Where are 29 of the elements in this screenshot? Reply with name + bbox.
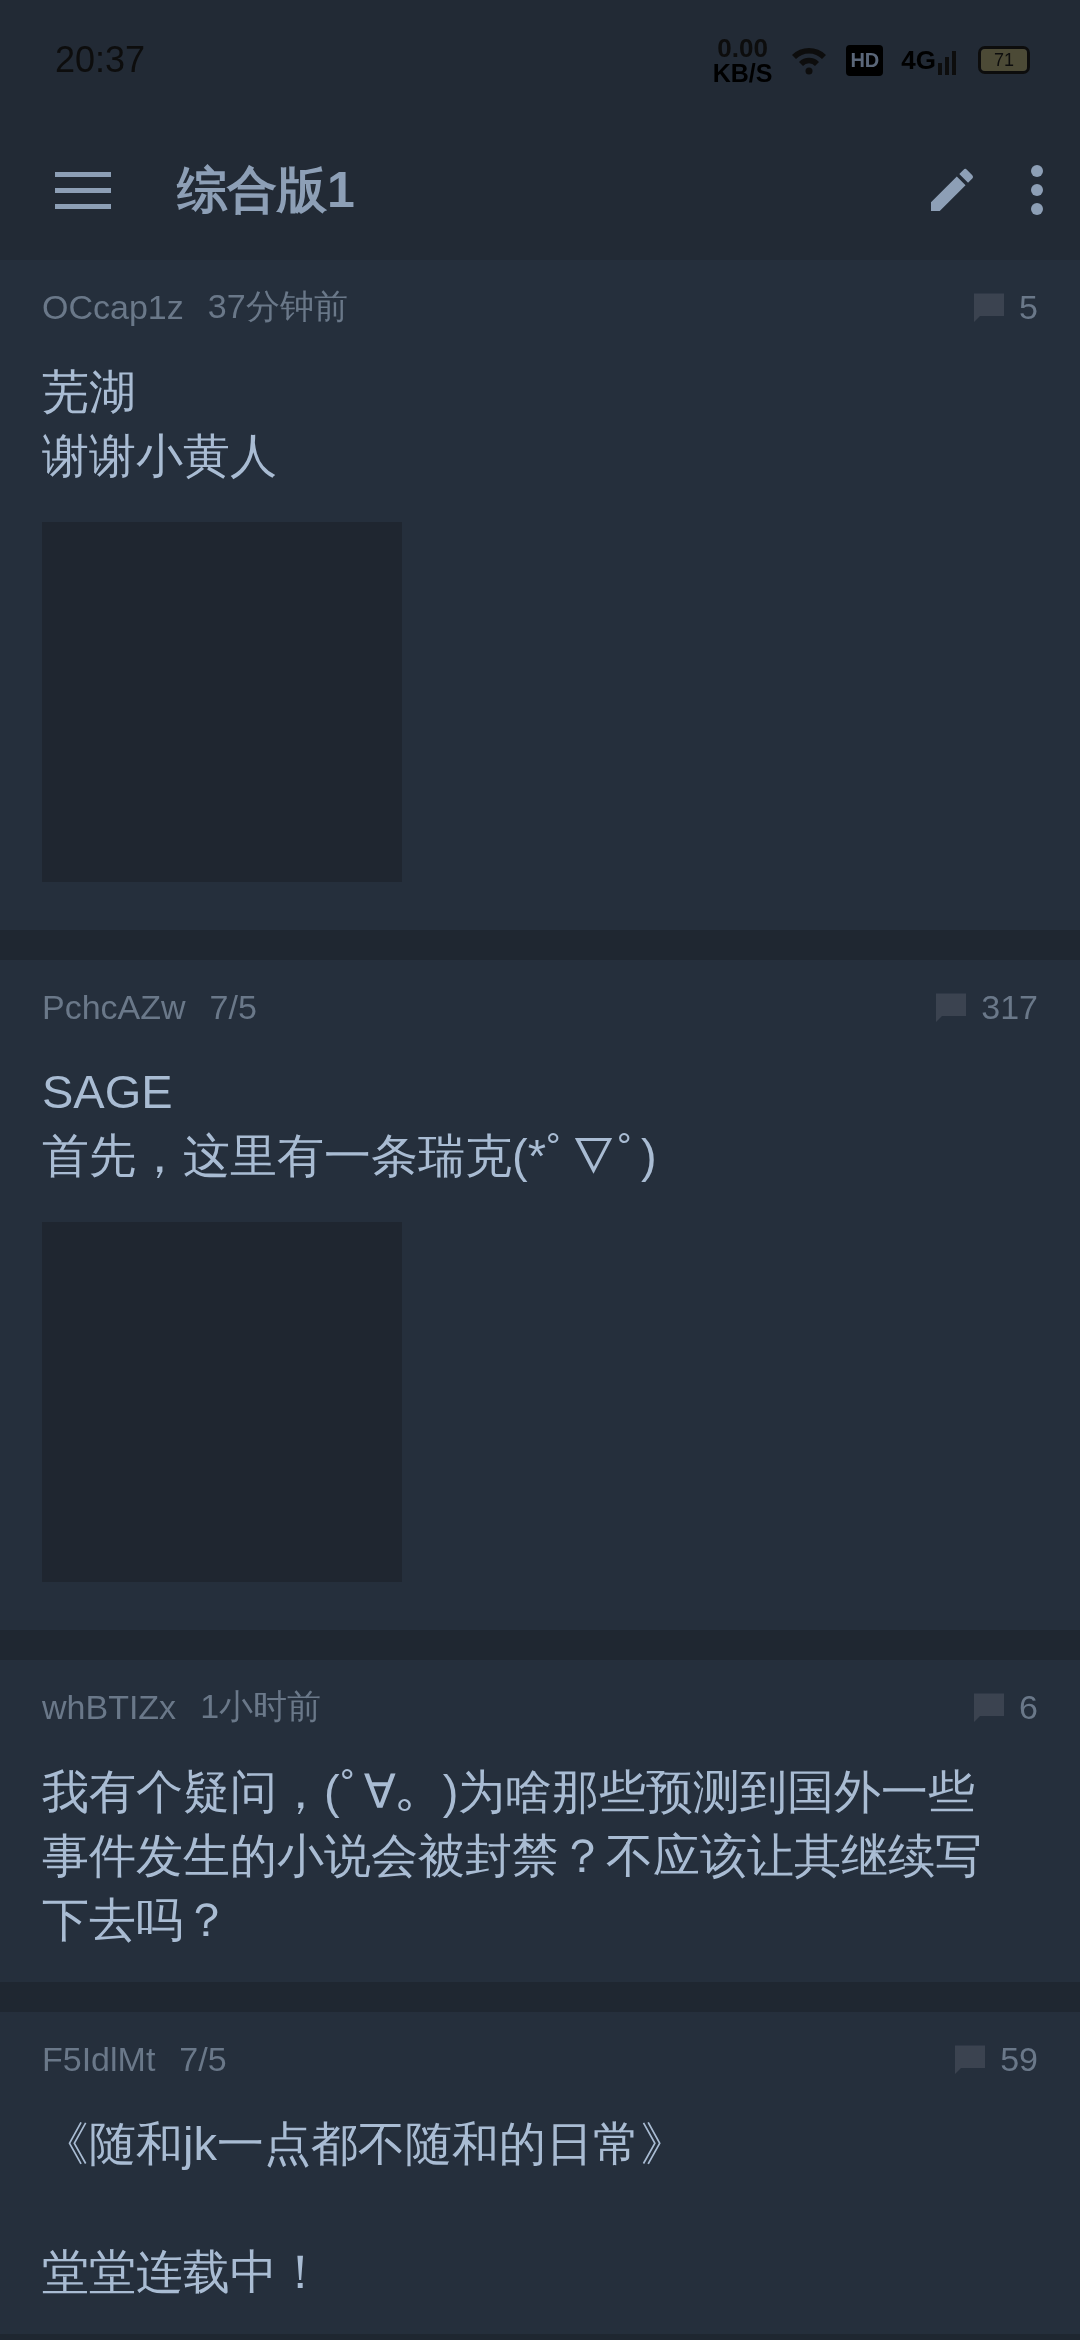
reply-count: 5 [1019, 287, 1038, 327]
hd-badge: HD [846, 44, 884, 76]
post-time: 7/5 [179, 2039, 228, 2079]
post-card[interactable]: whBTIZx 1小时前 6 我有个疑问，(ﾟ∀。)为啥那些预测到国外一些事件发生的小说会被封禁？不应该让其继续写下去吗？ [0, 1660, 1080, 1982]
post-text: 芜湖 [42, 364, 137, 420]
wifi-icon [790, 45, 829, 75]
post-text: 《随和jk一点都不随和的日常》 [42, 2116, 688, 2172]
post-author: whBTIZx [42, 1687, 177, 1727]
post-author: PchcAZw [42, 987, 186, 1027]
post-card[interactable]: F5IdlMt 7/5 59 《随和jk一点都不随和的日常》 堂堂连载中！ [0, 2012, 1080, 2334]
post-time: 7/5 [209, 987, 258, 1027]
menu-icon[interactable] [55, 170, 111, 210]
post-author: F5IdlMt [42, 2039, 156, 2079]
post-text: 我有个疑问，(ﾟ∀。)为啥那些预测到国外一些事件发生的小说会被封禁？不应该让其继续写下去吗？ [42, 1764, 983, 1948]
post-card[interactable]: OCcap1z 37分钟前 5 芜湖 谢谢小黄人 [0, 260, 1080, 930]
post-text: 堂堂连载中！ [42, 2244, 325, 2300]
reply-count: 59 [1000, 2039, 1038, 2079]
post-time: 37分钟前 [207, 286, 349, 327]
reply-count: 317 [981, 987, 1038, 1027]
reply-count: 6 [1019, 1687, 1038, 1727]
post-card[interactable]: PchcAZw 7/5 317 SAGE 首先，这里有一条瑞克(*ﾟ∇ﾟ) [0, 960, 1080, 1630]
post-author: OCcap1z [42, 287, 184, 327]
post-text: 谢谢小黄人 [42, 428, 278, 484]
page-title: 综合版1 [177, 160, 356, 220]
more-icon[interactable] [1030, 164, 1044, 216]
post-text: 首先，这里有一条瑞克(*ﾟ∇ﾟ) [42, 1128, 658, 1184]
battery-level: 71 [994, 49, 1014, 71]
post-time: 1小时前 [200, 1686, 323, 1727]
post-text: SAGE [42, 1064, 174, 1120]
